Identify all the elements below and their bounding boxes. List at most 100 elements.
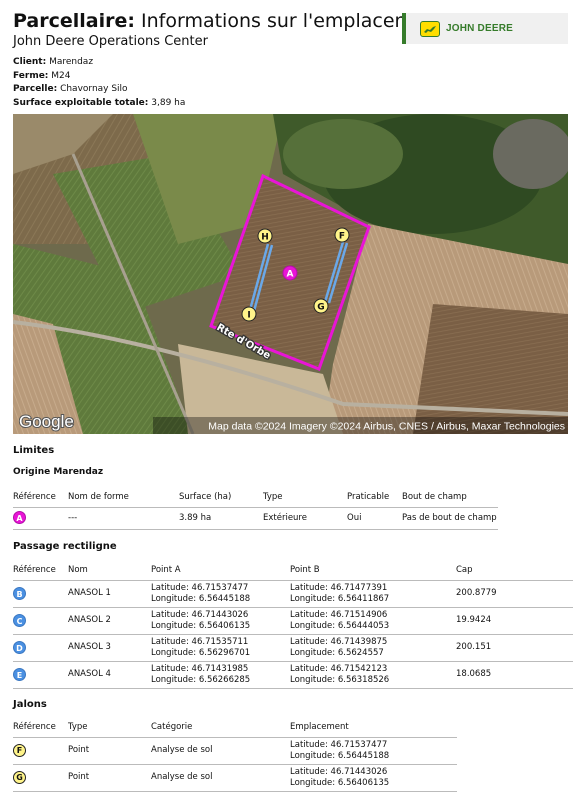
limites-subtitle: Origine Marendaz [13,467,104,477]
farm-label: Ferme: [13,70,49,81]
col-category: Catégorie [151,722,193,732]
table-row: F Point Analyse de sol Latitude: 46.7153… [13,736,457,764]
lat: Latitude: 46.71542123 [290,664,388,674]
farm-value: M24 [51,70,71,81]
col-type: Type [263,492,283,502]
col-surface: Surface (ha) [179,492,232,502]
cell-point-b: Latitude: 46.71542123 Longitude: 6.563185… [290,660,456,689]
cell-praticable: Oui [347,506,402,530]
lat: Latitude: 46.71535711 [151,637,249,647]
cell-bout: Pas de bout de champ [402,506,498,530]
lon: Longitude: 6.56318526 [290,674,390,685]
cell-location: Latitude: 46.71537477 Longitude: 6.564451… [290,736,457,764]
page-subtitle: John Deere Operations Center [13,34,208,49]
ref-badge: C [13,613,26,627]
cell-point-a: Latitude: 46.71443026 Longitude: 6.564061… [151,606,290,634]
client-label: Client: [13,57,47,67]
cell-type: Extérieure [263,506,347,530]
table-header: Référence Nom de forme Surface (ha) Type… [13,492,498,507]
john-deere-logo: JOHN DEERE [402,13,568,44]
ref-badge: E [13,667,26,681]
jalons-title: Jalons [13,699,47,710]
report-header: Parcellaire: Informations sur l'emplacem… [13,9,403,50]
marker-h[interactable]: H [257,228,273,244]
col-cap: Cap [456,565,473,575]
lat: Latitude: 46.71477391 [290,583,388,593]
col-ref: Référence [13,565,56,575]
lon: Longitude: 6.56406135 [290,777,390,788]
client-line: Client: Marendaz [13,56,185,70]
ref-badge: F [13,744,26,757]
cell-point-b: Latitude: 46.71439875 Longitude: 6.562455… [290,633,456,661]
area-label: Surface exploitable totale: [13,97,149,108]
lon: Longitude: 6.56445188 [151,593,251,604]
farm-line: Ferme: M24 [13,70,185,84]
passage-table: Référence Nom Point A Point B Cap B ANAS… [13,565,573,689]
lat: Latitude: 46.71443026 [290,767,388,777]
map-attribution: Map data ©2024 Imagery ©2024 Airbus, CNE… [208,421,565,433]
col-point-b: Point B [290,565,320,575]
lon: Longitude: 6.56411867 [290,593,390,604]
client-value: Marendaz [49,57,94,67]
logo-text: JOHN DEERE [446,23,514,34]
cell-cap: 18.0685 [456,660,573,689]
col-name: Nom [68,565,88,575]
cell-location: Latitude: 46.71443026 Longitude: 6.564061… [290,763,457,792]
marker-f[interactable]: F [334,227,350,243]
table-row: E ANASOL 4 Latitude: 46.71431985 Longitud… [13,660,573,689]
col-praticable: Praticable [347,492,390,502]
field-label: Parcelle: [13,84,58,94]
limites-table: Référence Nom de forme Surface (ha) Type… [13,492,498,530]
cell-name: ANASOL 1 [68,579,151,607]
cell-point-b: Latitude: 46.71514906 Longitude: 6.564440… [290,606,456,634]
marker-g[interactable]: G [313,298,329,314]
lat: Latitude: 46.71443026 [151,610,249,620]
cell-type: Point [68,763,151,792]
satellite-map[interactable]: H F A G I Rte d'Orbe Google Map data ©20… [13,114,568,434]
cell-point-b: Latitude: 46.71477391 Longitude: 6.564118… [290,579,456,607]
col-ref: Référence [13,722,56,732]
area-value: 3,89 ha [151,97,186,108]
deer-icon [420,20,440,37]
table-row: C ANASOL 2 Latitude: 46.71443026 Longitud… [13,606,573,634]
cell-name: ANASOL 4 [68,660,151,689]
field-line: Parcelle: Chavornay Silo [13,83,185,97]
col-ref: Référence [13,492,56,502]
lon: Longitude: 6.5624557 [290,647,384,658]
cell-cap: 200.151 [456,633,573,661]
passage-title: Passage rectiligne [13,541,117,552]
table-row: B ANASOL 1 Latitude: 46.71537477 Longitud… [13,579,573,607]
col-bout: Bout de champ [402,492,467,502]
ref-badge: B [13,586,26,600]
ref-badge: G [13,771,26,784]
col-point-a: Point A [151,565,181,575]
lat: Latitude: 46.71514906 [290,610,388,620]
cell-name: ANASOL 3 [68,633,151,661]
title-rest: Informations sur l'emplaceme [134,10,403,32]
cell-point-a: Latitude: 46.71535711 Longitude: 6.562967… [151,633,290,661]
jalons-table: Référence Type Catégorie Emplacement F P… [13,722,457,792]
marker-a[interactable]: A [282,265,298,281]
area-line: Surface exploitable totale: 3,89 ha [13,97,185,111]
cell-cap: 19.9424 [456,606,573,634]
svg-text:F: F [339,232,345,242]
svg-text:H: H [261,233,269,243]
ref-badge: D [13,640,26,654]
svg-text:A: A [287,270,294,280]
google-logo: Google [19,412,74,431]
marker-i[interactable]: I [241,306,257,322]
limites-title: Limites [13,445,55,456]
cell-name: ANASOL 2 [68,606,151,634]
lat: Latitude: 46.71431985 [151,664,249,674]
cell-point-a: Latitude: 46.71431985 Longitude: 6.562662… [151,660,290,689]
cell-point-a: Latitude: 46.71537477 Longitude: 6.564451… [151,579,290,607]
lat: Latitude: 46.71439875 [290,637,388,647]
table-row: D ANASOL 3 Latitude: 46.71535711 Longitud… [13,633,573,661]
svg-text:G: G [317,303,324,313]
lat: Latitude: 46.71537477 [151,583,249,593]
lon: Longitude: 6.56296701 [151,647,251,658]
cell-name: --- [68,506,179,530]
table-header: Référence Nom Point A Point B Cap [13,565,573,580]
cell-category: Analyse de sol [151,763,290,792]
title-bold: Parcellaire: [13,10,135,32]
